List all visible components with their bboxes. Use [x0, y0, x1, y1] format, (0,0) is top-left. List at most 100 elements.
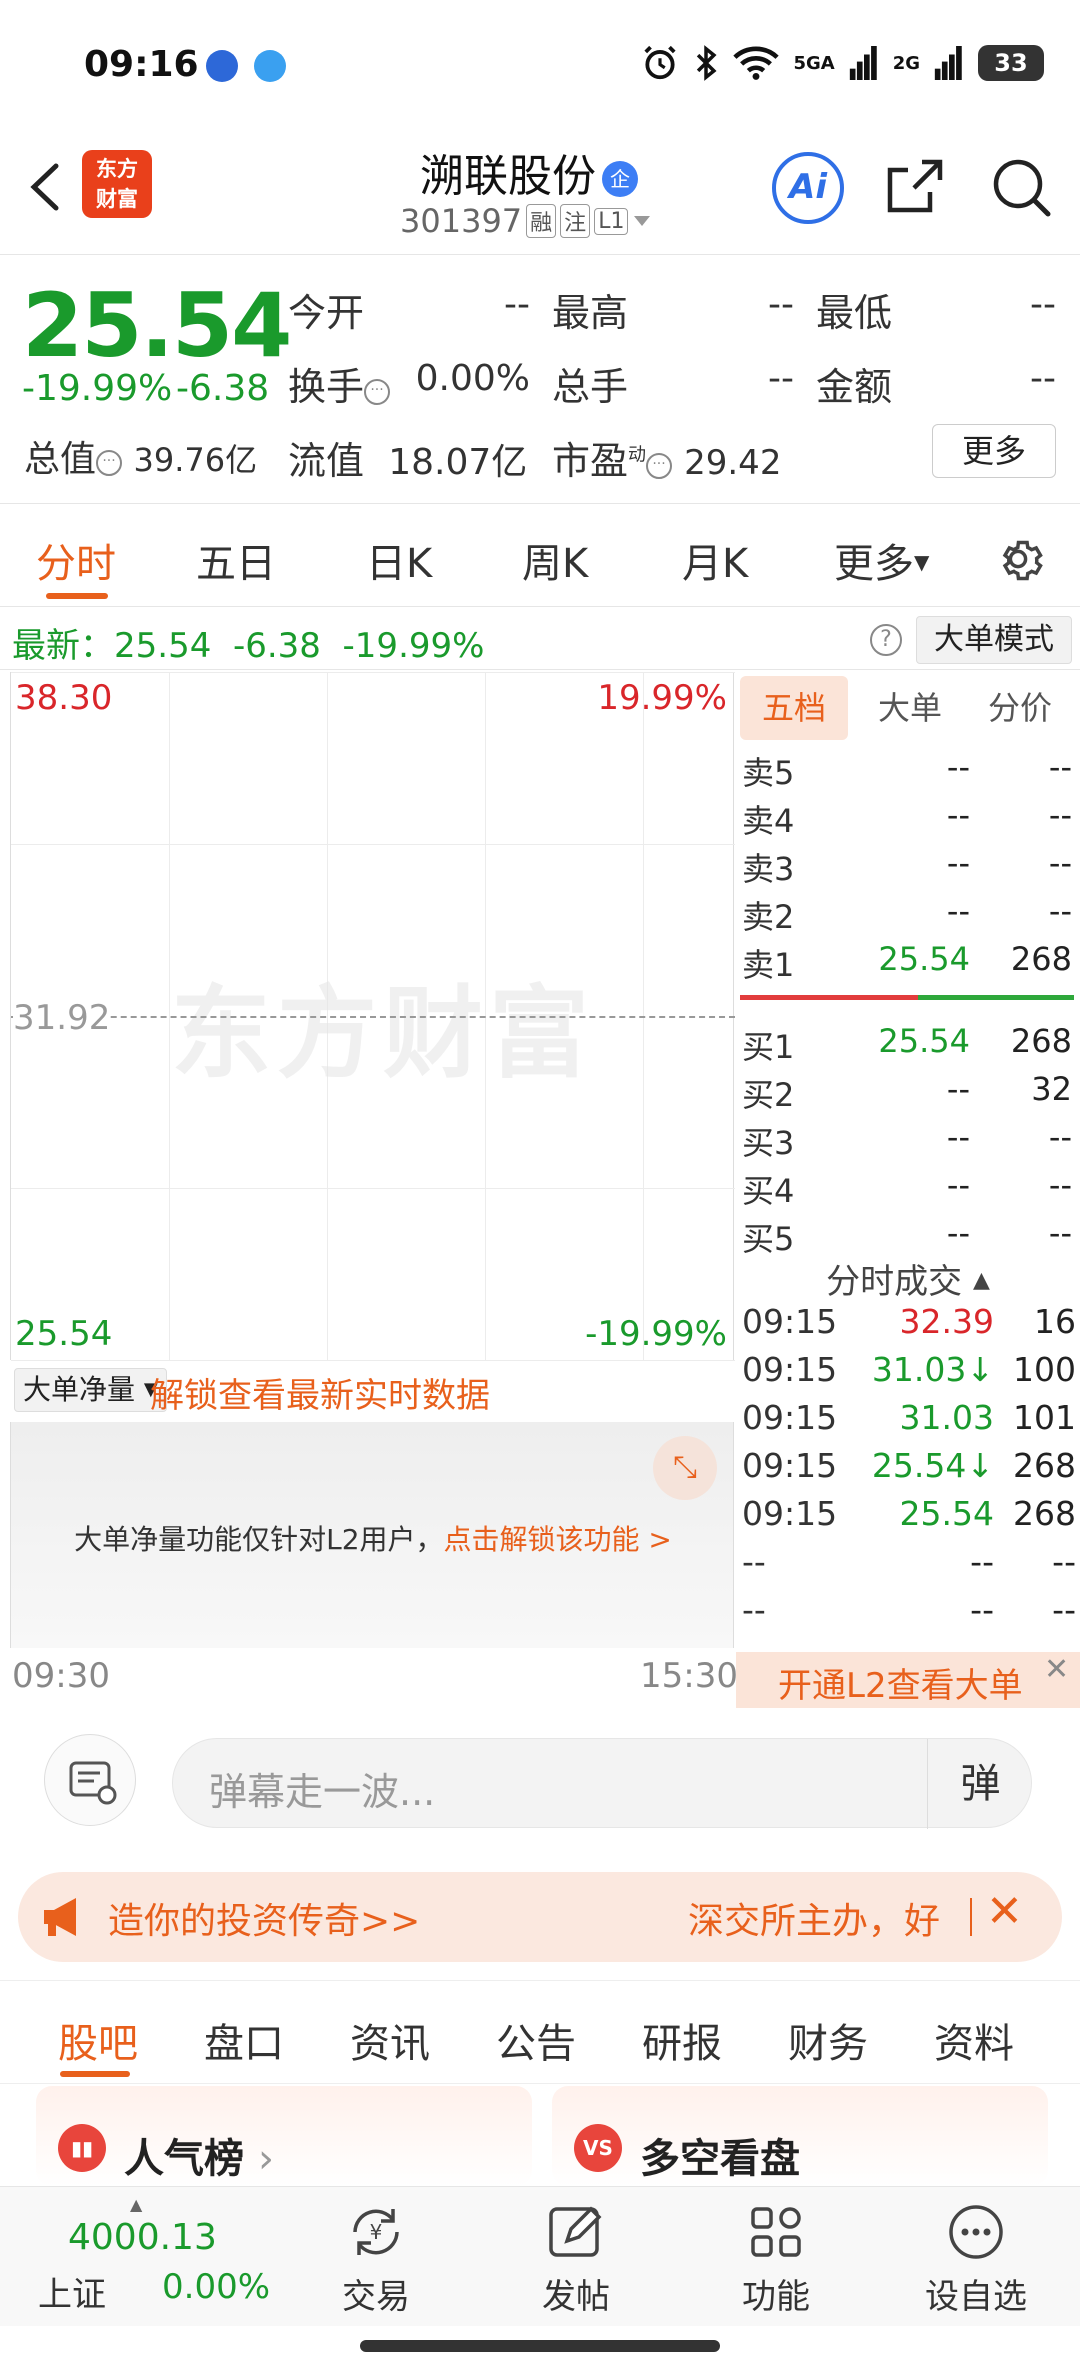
level-price: 25.54 [878, 940, 970, 978]
comment-input[interactable]: 弹幕走一波... 弹 [172, 1738, 1033, 1829]
time-axis-start: 09:30 [12, 1656, 110, 1696]
network-label-2: 2G [892, 52, 920, 74]
level-volume: -- [1048, 1118, 1072, 1156]
expand-icon[interactable]: ⤡ [653, 1436, 717, 1500]
level-price: 25.54 [878, 1022, 970, 1060]
active-tab-indicator [46, 593, 108, 599]
popularity-card[interactable]: ▮▮ 人气榜 › [36, 2086, 532, 2186]
trade-price: 31.03 [899, 1398, 994, 1437]
trade-time: -- [742, 1590, 766, 1629]
level-label: 买2 [742, 1076, 795, 1114]
more-quote-button[interactable]: 更多 [932, 424, 1056, 478]
help-icon[interactable]: ? [870, 624, 902, 656]
ai-assistant-button[interactable]: Ai [772, 152, 844, 224]
feature-cards: ▮▮ 人气榜 › VS 多空看盘 [0, 2086, 1080, 2186]
stock-code-row[interactable]: 301397 融 注 L1 [400, 202, 652, 240]
ask-bid-separator-green [918, 995, 1074, 1000]
tab-five-day[interactable]: 五日 [196, 531, 276, 589]
change-percent: -19.99% [22, 368, 173, 409]
nav-trade[interactable]: ¥ 交易 [306, 2201, 446, 2318]
ask-row: 卖4 -- -- [736, 796, 1076, 844]
unlock-realtime-link[interactable]: 解锁查看最新实时数据 [150, 1368, 490, 1417]
close-icon[interactable]: ✕ [1044, 1652, 1069, 1687]
tab-monthly-k[interactable]: 月K [682, 531, 748, 589]
vs-icon: VS [574, 2124, 622, 2172]
big-order-mode-button[interactable]: 大单模式 [916, 616, 1072, 664]
intraday-chart[interactable]: 东方财富 38.30 19.99% 31.92 25.54 -19.99% [10, 672, 735, 1361]
network-label-1: 5GA [793, 52, 835, 74]
stock-header: 东方 财富 溯联股份企 301397 融 注 L1 Ai [0, 140, 1080, 255]
grid-line [11, 1360, 735, 1361]
tab-daily-k[interactable]: 日K [366, 531, 432, 589]
watermark: 东方财富 [171, 975, 595, 1092]
time-axis-end: 15:30 [640, 1656, 738, 1696]
status-icons: 5GA 2G 33 [641, 44, 1044, 82]
app-logo[interactable]: 东方 财富 [82, 150, 152, 218]
tab-news[interactable]: 资讯 [350, 2011, 430, 2069]
card-title: 多空看盘 [640, 2136, 800, 2182]
nav-add-watchlist-label: 设自选 [925, 2277, 1027, 2317]
tab-research[interactable]: 研报 [642, 2011, 722, 2069]
nav-add-watchlist[interactable]: 设自选 [906, 2201, 1046, 2318]
low-value: -- [1030, 284, 1056, 325]
nav-trade-label: 交易 [342, 2277, 410, 2317]
high-label: 最高 [552, 291, 629, 335]
close-icon[interactable]: ✕ [986, 1886, 1023, 1937]
tab-stock-forum[interactable]: 股吧 [58, 2011, 138, 2069]
tab-price-distribution[interactable]: 分价 [970, 676, 1070, 740]
open-value: -- [504, 284, 530, 325]
level-volume: -- [1048, 844, 1072, 882]
caret-up-icon: ▲ [972, 1268, 990, 1293]
promo-text-right: 深交所主办，好 [688, 1901, 941, 1942]
net-volume-select[interactable]: 大单净量 ▼ [14, 1368, 167, 1412]
level-label: 卖3 [742, 850, 795, 888]
gear-icon[interactable] [992, 533, 1044, 585]
tab-big-orders[interactable]: 大单 [860, 676, 960, 740]
ask-row: 卖3 -- -- [736, 844, 1076, 892]
tab-more[interactable]: 更多▼ [834, 531, 929, 589]
stock-name: 溯联股份 [420, 151, 596, 202]
tab-order-panel[interactable]: 盘口 [204, 2011, 284, 2069]
danmu-settings-icon[interactable] [44, 1734, 136, 1826]
grid-line [11, 672, 735, 673]
chart-low-percent: -19.99% [585, 1314, 727, 1354]
tab-five-levels[interactable]: 五档 [740, 676, 848, 740]
search-icon[interactable] [988, 154, 1054, 220]
low-label: 最低 [816, 291, 893, 335]
tab-finance[interactable]: 财务 [788, 2011, 868, 2069]
share-icon[interactable] [882, 154, 948, 220]
promo-banner[interactable]: 造你的投资传奇>> 深交所主办，好 ✕ [18, 1872, 1062, 1962]
bid-row: 买1 25.54 268 [736, 1022, 1076, 1070]
index-percent[interactable]: 0.00% [162, 2267, 270, 2307]
info-dots-icon: ··· [96, 450, 123, 476]
level-label: 卖4 [742, 802, 795, 840]
bull-bear-card[interactable]: VS 多空看盘 [552, 2086, 1048, 2186]
tab-profile[interactable]: 资料 [934, 2011, 1014, 2069]
l2-upgrade-banner[interactable]: 开通L2查看大单 ✕ [736, 1652, 1080, 1708]
level-label: 买4 [742, 1172, 795, 1210]
home-indicator[interactable] [360, 2340, 720, 2352]
trade-price: -- [970, 1590, 994, 1629]
index-value[interactable]: 4000.13 [68, 2217, 217, 2258]
tab-intraday[interactable]: 分时 [36, 531, 116, 589]
tab-weekly-k[interactable]: 周K [522, 531, 588, 589]
nav-functions-label: 功能 [742, 2277, 810, 2317]
nav-post[interactable]: 发帖 [506, 2201, 646, 2318]
level-volume: 32 [1031, 1070, 1072, 1108]
index-name[interactable]: 上证 [38, 2267, 106, 2316]
market-cap: 总值 ··· 39.76亿 [24, 439, 258, 480]
back-icon[interactable] [20, 152, 70, 222]
nav-functions[interactable]: 功能 [706, 2201, 846, 2318]
turnover-label: 换手 ··· [288, 356, 391, 411]
level-label: 卖1 [742, 946, 795, 984]
grid-line [11, 1188, 735, 1189]
unlock-feature-link[interactable]: 点击解锁该功能 > [444, 1523, 672, 1556]
level-volume: 268 [1010, 1022, 1072, 1060]
section-tabs: 股吧 盘口 资讯 公告 研报 财务 资料 [0, 1980, 1080, 2084]
tab-announcements[interactable]: 公告 [496, 2011, 576, 2069]
amount-label: 金额 [816, 365, 893, 409]
info-dots-icon: ··· [364, 379, 391, 405]
danmu-toggle-button[interactable]: 弹 [927, 1739, 1033, 1829]
trade-time: 09:15 [742, 1446, 838, 1485]
level-price: -- [946, 844, 970, 882]
